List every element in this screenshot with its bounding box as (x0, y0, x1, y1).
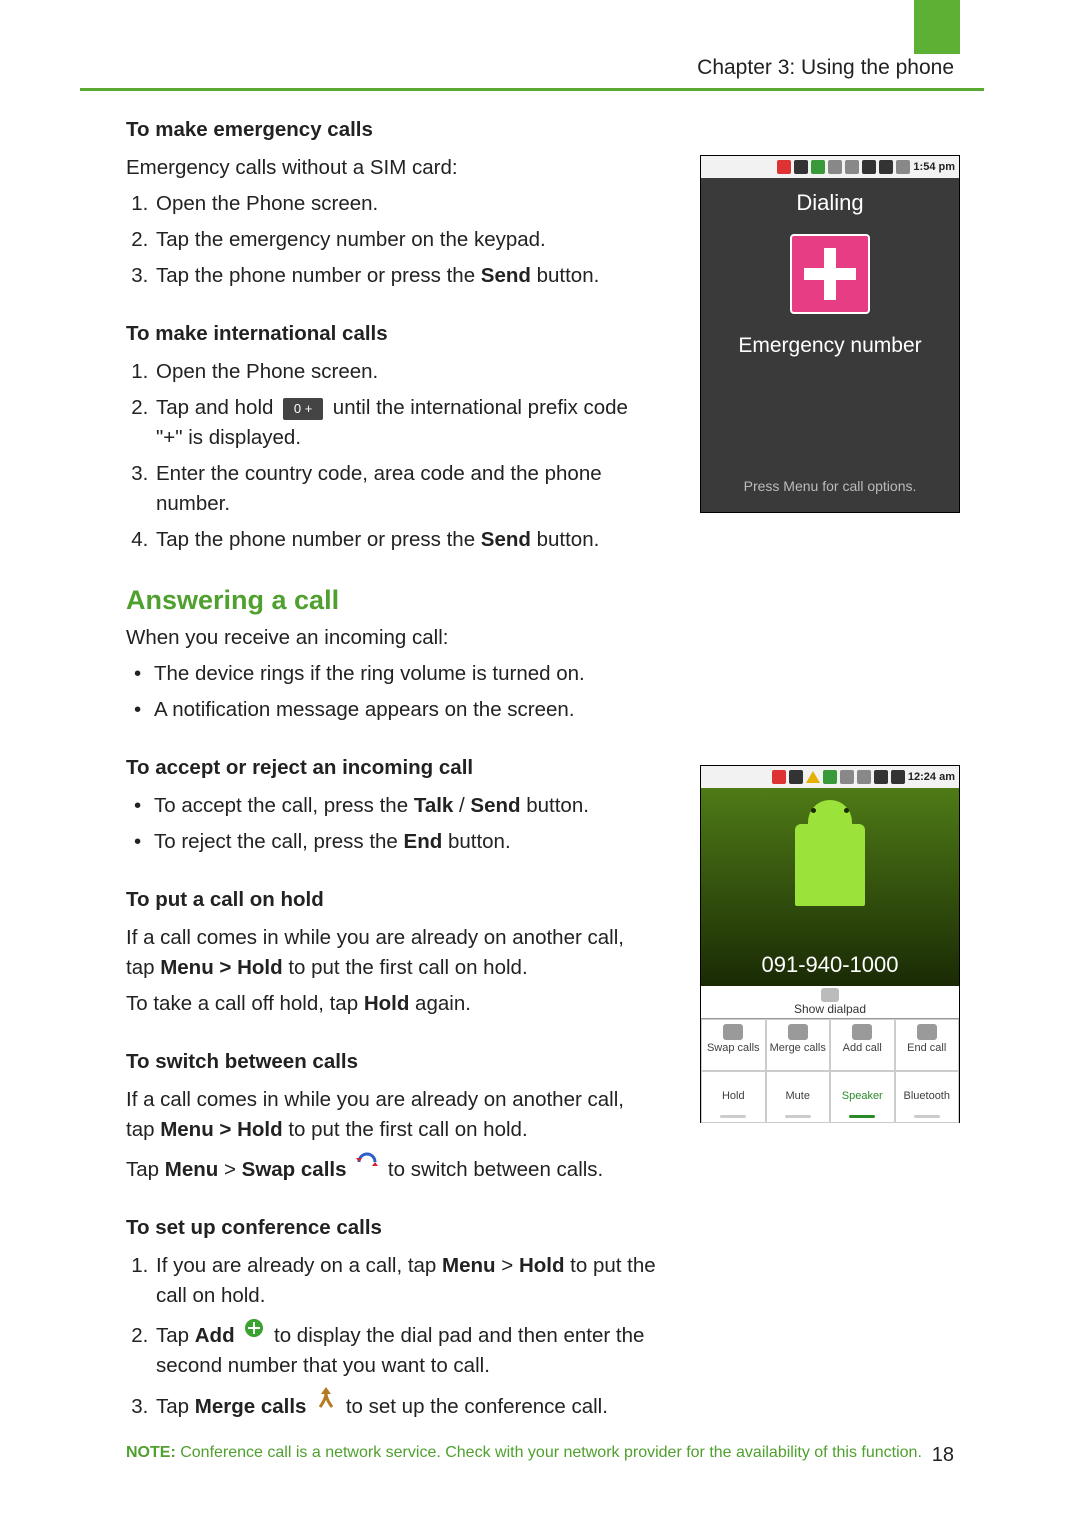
status-bar: 1:54 pm (701, 156, 959, 178)
list-item: Tap Merge calls to set up the conference… (154, 1387, 656, 1422)
android-avatar-icon (795, 824, 865, 906)
status-icon (823, 770, 837, 784)
list-item: Open the Phone screen. (154, 357, 656, 387)
list-item: Tap the phone number or press the Send b… (154, 261, 656, 291)
list-item: The device rings if the ring volume is t… (154, 659, 656, 689)
call-gradient-area: 091-940-1000 (701, 788, 959, 986)
swap-calls-icon (356, 1151, 378, 1181)
merge-icon (788, 1024, 808, 1040)
status-time: 12:24 am (908, 771, 955, 783)
list-item: A notification message appears on the sc… (154, 695, 656, 725)
chapter-header: Chapter 3: Using the phone (697, 56, 954, 80)
screenshot-emergency-dialing: 1:54 pm Dialing Emergency number Press M… (700, 155, 960, 513)
heading-emergency-calls: To make emergency calls (126, 115, 656, 145)
switch-text-1: If a call comes in while you are already… (126, 1085, 656, 1145)
status-icon (857, 770, 871, 784)
status-icon (845, 160, 859, 174)
answering-intro: When you receive an incoming call: (126, 623, 656, 653)
warning-icon (806, 771, 820, 783)
heading-answering-call: Answering a call (126, 585, 656, 615)
list-item: To accept the call, press the Talk / Sen… (154, 791, 656, 821)
emergency-steps: Open the Phone screen. Tap the emergency… (126, 189, 656, 291)
status-icon (789, 770, 803, 784)
mute-button[interactable]: Mute (766, 1071, 831, 1123)
note-label: NOTE: (126, 1444, 176, 1461)
status-icon (828, 160, 842, 174)
menu-hint: Press Menu for call options. (701, 478, 959, 494)
swap-calls-button[interactable]: Swap calls (701, 1019, 766, 1071)
page-number: 18 (932, 1444, 954, 1467)
heading-international-calls: To make international calls (126, 319, 656, 349)
list-item: If you are already on a call, tap Menu >… (154, 1251, 656, 1311)
heading-switch-calls: To switch between calls (126, 1047, 656, 1077)
screenshot-in-call: 12:24 am 091-940-1000 Show dialpad Swap … (700, 765, 960, 1123)
emergency-cross-icon (790, 234, 870, 314)
status-time: 1:54 pm (913, 161, 955, 173)
list-item: Open the Phone screen. (154, 189, 656, 219)
heading-conference-calls: To set up conference calls (126, 1213, 656, 1243)
caller-number: 091-940-1000 (701, 952, 959, 978)
accept-reject-bullets: To accept the call, press the Talk / Sen… (126, 791, 656, 857)
call-buttons-grid: Swap calls Merge calls Add call End call… (701, 1019, 959, 1123)
switch-text-2: Tap Menu > Swap calls to switch between … (126, 1151, 656, 1185)
dialing-title: Dialing (701, 178, 959, 226)
battery-icon (891, 770, 905, 784)
status-icon (794, 160, 808, 174)
alarm-icon (896, 160, 910, 174)
list-item: Tap Add to display the dial pad and then… (154, 1317, 656, 1381)
status-icon (772, 770, 786, 784)
status-icon (840, 770, 854, 784)
heading-accept-reject: To accept or reject an incoming call (126, 753, 656, 783)
list-item: Enter the country code, area code and th… (154, 459, 656, 519)
conference-steps: If you are already on a call, tap Menu >… (126, 1251, 656, 1422)
tab-marker (914, 0, 960, 54)
add-icon (852, 1024, 872, 1040)
list-item: Tap and hold 0 + until the international… (154, 393, 656, 453)
bluetooth-button[interactable]: Bluetooth (895, 1071, 960, 1123)
merge-calls-icon (316, 1387, 336, 1418)
emergency-number-label: Emergency number (701, 326, 959, 358)
signal-icon (862, 160, 876, 174)
end-call-icon (917, 1024, 937, 1040)
answering-bullets: The device rings if the ring volume is t… (126, 659, 656, 725)
end-call-button[interactable]: End call (895, 1019, 960, 1071)
speaker-button[interactable]: Speaker (830, 1071, 895, 1123)
list-item: Tap the phone number or press the Send b… (154, 525, 656, 555)
hold-text-2: To take a call off hold, tap Hold again. (126, 989, 656, 1019)
add-call-icon (244, 1317, 264, 1347)
list-item: To reject the call, press the End button… (154, 827, 656, 857)
hold-text-1: If a call comes in while you are already… (126, 923, 656, 983)
add-call-button[interactable]: Add call (830, 1019, 895, 1071)
status-icon (777, 160, 791, 174)
show-dialpad-button[interactable]: Show dialpad (701, 986, 959, 1019)
merge-calls-button[interactable]: Merge calls (766, 1019, 831, 1071)
status-icon (811, 160, 825, 174)
heading-call-on-hold: To put a call on hold (126, 885, 656, 915)
swap-icon (723, 1024, 743, 1040)
signal-icon (874, 770, 888, 784)
dialpad-knob-icon (821, 988, 839, 1002)
list-item: Tap the emergency number on the keypad. (154, 225, 656, 255)
header-divider (80, 88, 984, 91)
international-steps: Open the Phone screen. Tap and hold 0 + … (126, 357, 656, 555)
status-bar: 12:24 am (701, 766, 959, 788)
note-text: NOTE: Conference call is a network servi… (126, 1444, 936, 1462)
hold-button[interactable]: Hold (701, 1071, 766, 1123)
zero-plus-key-icon: 0 + (283, 398, 323, 420)
emergency-intro: Emergency calls without a SIM card: (126, 153, 656, 183)
battery-icon (879, 160, 893, 174)
